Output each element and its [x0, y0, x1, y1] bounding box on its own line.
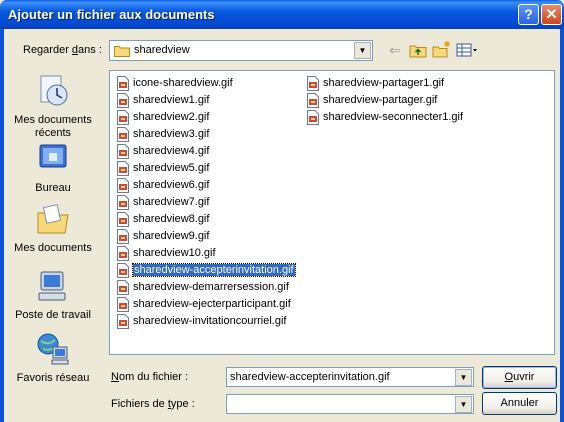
dialog-window: Ajouter un fichier aux documents ? ✕ Reg… — [0, 0, 564, 422]
file-name: icone-sharedview.gif — [133, 77, 233, 89]
file-name: sharedview8.gif — [133, 213, 210, 225]
up-folder-icon[interactable] — [407, 39, 429, 61]
place-my-documents[interactable]: Mes documents — [5, 201, 101, 255]
file-name: sharedview9.gif — [133, 230, 210, 242]
title-bar[interactable]: Ajouter un fichier aux documents ? ✕ — [0, 0, 564, 29]
new-folder-icon[interactable] — [430, 39, 452, 61]
file-item[interactable]: sharedview1.gif — [114, 92, 295, 109]
file-name: sharedview1.gif — [133, 94, 210, 106]
lookin-dropdown[interactable]: sharedview ▼ — [109, 40, 373, 61]
close-button[interactable]: ✕ — [541, 4, 562, 25]
file-item[interactable]: sharedview8.gif — [114, 211, 295, 228]
help-button[interactable]: ? — [518, 4, 539, 25]
gif-file-icon — [307, 93, 319, 108]
back-arrow-icon[interactable]: ⇐ — [384, 39, 406, 61]
file-item[interactable]: sharedview-partager1.gif — [304, 75, 463, 92]
gif-file-icon — [117, 144, 129, 159]
places-bar: Mes documents récents Bureau Mes documen… — [5, 68, 101, 422]
place-label: Poste de travail — [15, 309, 91, 321]
recent-documents-icon — [40, 75, 68, 106]
filename-input[interactable]: sharedview-accepterinvitation.gif ▼ — [226, 367, 474, 387]
place-desktop[interactable]: Bureau — [5, 141, 101, 195]
file-name: sharedview-partager.gif — [323, 94, 438, 106]
gif-file-icon — [117, 263, 129, 278]
file-list[interactable]: icone-sharedview.gif sharedview1.gif share… — [109, 70, 555, 355]
file-name: sharedview7.gif — [133, 196, 210, 208]
view-menu-icon[interactable] — [454, 39, 480, 61]
place-recent-documents[interactable]: Mes documents récents — [5, 73, 101, 140]
gif-file-icon — [117, 76, 129, 91]
desktop-icon — [39, 144, 67, 168]
gif-file-icon — [307, 76, 319, 91]
chevron-down-icon[interactable]: ▼ — [354, 42, 371, 59]
file-name: sharedview-partager1.gif — [323, 77, 445, 89]
file-item[interactable]: sharedview10.gif — [114, 245, 295, 262]
place-my-computer[interactable]: Poste de travail — [5, 268, 101, 322]
file-item[interactable]: sharedview-invitationcourriel.gif — [114, 313, 295, 330]
gif-file-icon — [117, 314, 129, 329]
filetype-label: Fichiers de type : — [111, 398, 195, 410]
file-item[interactable]: sharedview6.gif — [114, 177, 295, 194]
cancel-button[interactable]: Annuler — [482, 392, 557, 415]
my-documents-icon — [37, 204, 69, 234]
file-item[interactable]: sharedview9.gif — [114, 228, 295, 245]
file-name: sharedview-demarrersession.gif — [133, 281, 289, 293]
gif-file-icon — [117, 93, 129, 108]
place-label: Mes documents — [14, 242, 92, 254]
file-column-2: sharedview-partager1.gif sharedview-parta… — [304, 75, 463, 126]
file-name: sharedview10.gif — [133, 247, 216, 259]
gif-file-icon — [117, 297, 129, 312]
gif-file-icon — [307, 110, 319, 125]
file-item[interactable]: sharedview-demarrersession.gif — [114, 279, 295, 296]
file-column-1: icone-sharedview.gif sharedview1.gif share… — [114, 75, 296, 330]
lookin-value: sharedview — [134, 44, 190, 56]
folder-icon — [114, 46, 130, 57]
file-item[interactable]: sharedview-partager.gif — [304, 92, 463, 109]
chevron-down-icon[interactable]: ▼ — [455, 396, 472, 413]
file-item[interactable]: sharedview-ejecterparticipant.gif — [114, 296, 295, 313]
file-name: sharedview3.gif — [133, 128, 210, 140]
gif-file-icon — [117, 229, 129, 244]
gif-file-icon — [117, 212, 129, 227]
my-computer-icon — [38, 271, 66, 301]
file-item[interactable]: sharedview4.gif — [114, 143, 295, 160]
file-name: sharedview6.gif — [133, 179, 210, 191]
file-item[interactable]: sharedview3.gif — [114, 126, 295, 143]
place-label: Favoris réseau — [16, 372, 90, 384]
file-name: sharedview5.gif — [133, 162, 210, 174]
file-item[interactable]: sharedview-accepterinvitation.gif — [114, 262, 296, 279]
filename-label: Nom du fichier : — [111, 371, 189, 383]
file-item[interactable]: sharedview7.gif — [114, 194, 295, 211]
gif-file-icon — [117, 195, 129, 210]
chevron-down-icon[interactable]: ▼ — [455, 369, 472, 386]
dialog-client: Regarder dans : sharedview ▼ ⇐ Mes docum… — [4, 29, 560, 422]
place-label: Mes documents — [14, 114, 92, 126]
gif-file-icon — [117, 280, 129, 295]
file-name: sharedview-ejecterparticipant.gif — [133, 298, 291, 310]
gif-file-icon — [117, 127, 129, 142]
file-item[interactable]: icone-sharedview.gif — [114, 75, 295, 92]
lookin-label: Regarder dans : — [23, 44, 102, 56]
window-title: Ajouter un fichier aux documents — [8, 7, 215, 22]
filename-value: sharedview-accepterinvitation.gif — [230, 371, 390, 383]
file-name: sharedview-invitationcourriel.gif — [133, 315, 287, 327]
file-item[interactable]: sharedview5.gif — [114, 160, 295, 177]
file-item[interactable]: sharedview2.gif — [114, 109, 295, 126]
file-name: sharedview-seconnecter1.gif — [323, 111, 464, 123]
place-network[interactable]: Favoris réseau — [5, 331, 101, 385]
gif-file-icon — [117, 178, 129, 193]
place-label: Bureau — [35, 182, 71, 194]
network-places-icon — [37, 333, 69, 365]
file-name: sharedview4.gif — [133, 145, 210, 157]
filetype-select[interactable]: ▼ — [226, 394, 474, 414]
file-item[interactable]: sharedview-seconnecter1.gif — [304, 109, 463, 126]
file-name: sharedview-accepterinvitation.gif — [132, 263, 296, 277]
gif-file-icon — [117, 110, 129, 125]
open-button[interactable]: Ouvrir — [482, 366, 557, 389]
file-name: sharedview2.gif — [133, 111, 210, 123]
gif-file-icon — [117, 161, 129, 176]
gif-file-icon — [117, 246, 129, 261]
place-label: récents — [34, 127, 72, 139]
